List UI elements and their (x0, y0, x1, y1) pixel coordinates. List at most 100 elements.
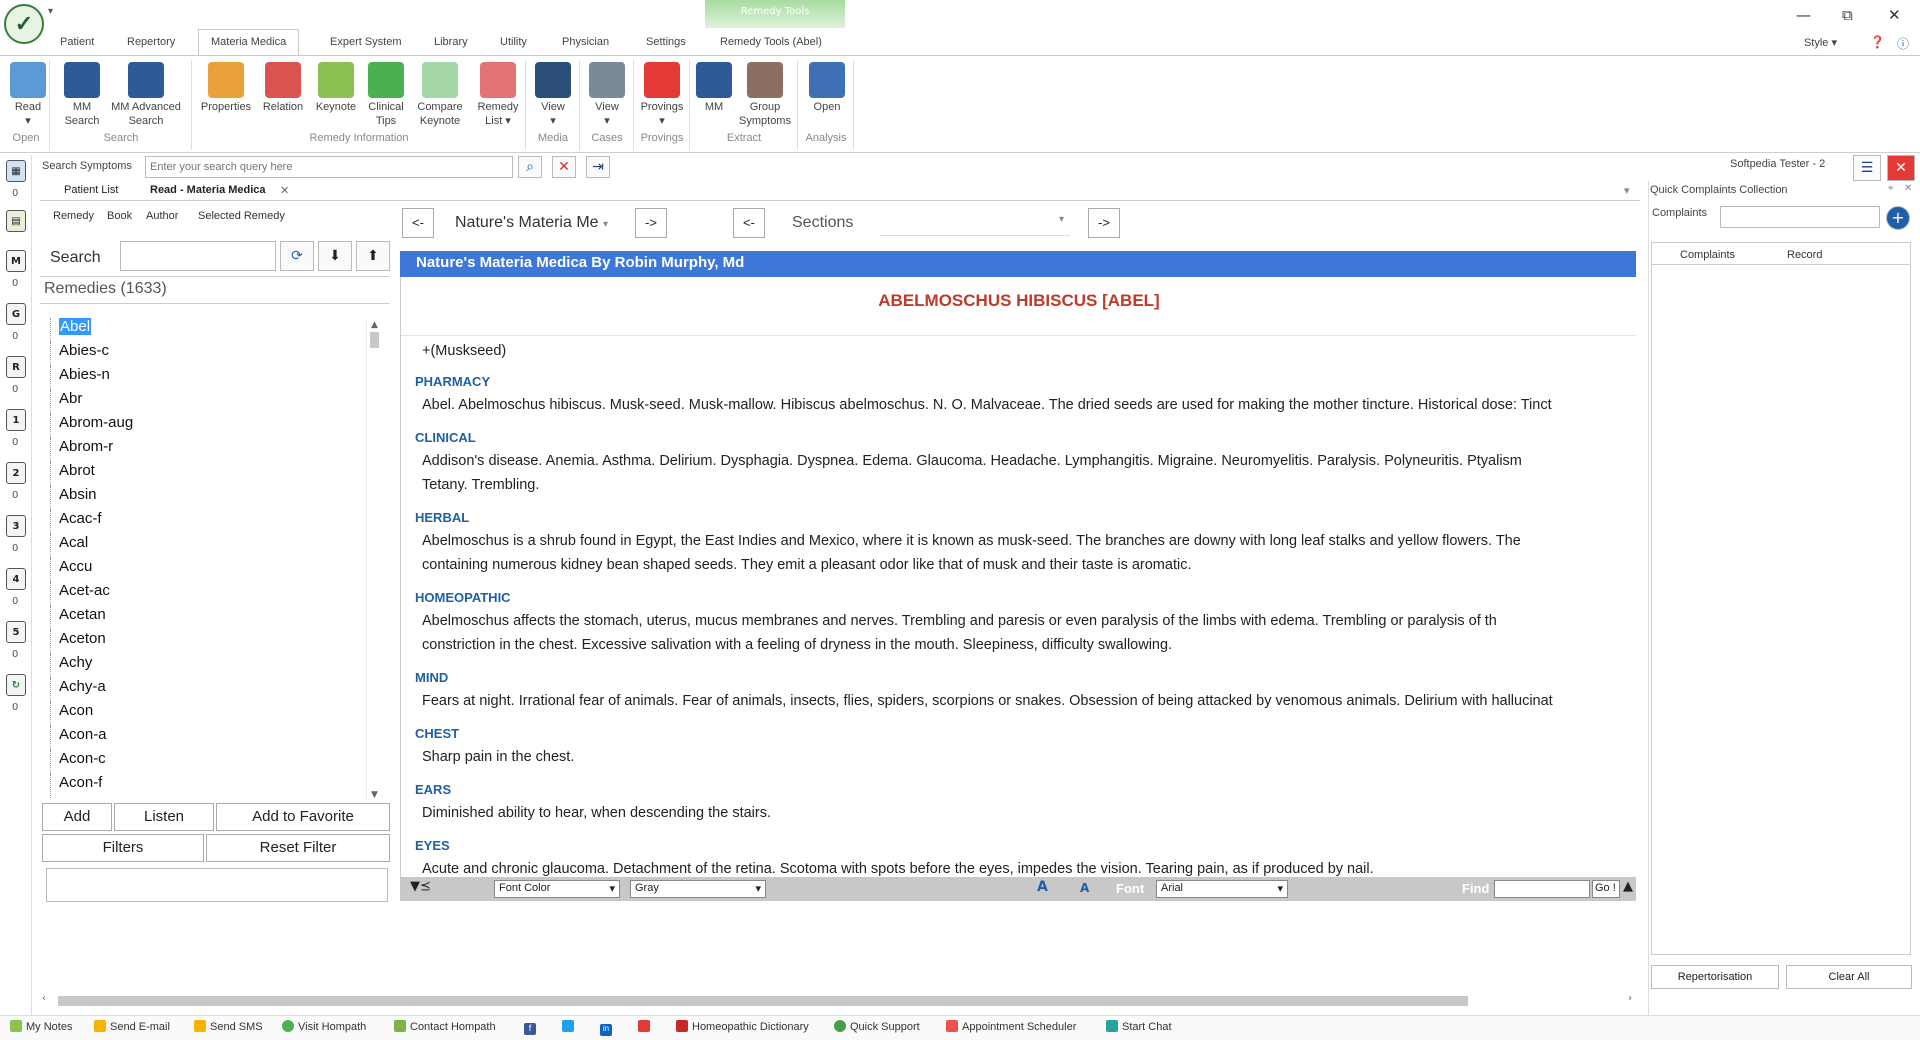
go-button[interactable]: Go ! (1592, 880, 1620, 898)
linkedin-link[interactable]: in (600, 1020, 616, 1036)
scroll-right-icon[interactable]: › (1628, 993, 1632, 1004)
font-increase-icon[interactable]: A (1037, 879, 1048, 895)
twitter-link[interactable] (562, 1020, 578, 1033)
media-view-button[interactable]: View ▾ (530, 62, 576, 128)
tab-library[interactable]: Library (422, 32, 480, 54)
grid-icon[interactable]: ▦ (6, 160, 26, 182)
slot-4-icon[interactable]: 4 (6, 568, 26, 590)
list-item[interactable]: Acet-ac (50, 582, 370, 606)
scroll-thumb[interactable] (58, 996, 1468, 1006)
horizontal-scrollbar[interactable]: ‹ › (42, 993, 1632, 1009)
add-complaint-icon[interactable]: + (1886, 206, 1910, 230)
quick-access-toolbar[interactable]: ▾ (48, 6, 53, 17)
font-decrease-icon[interactable]: A (1080, 881, 1089, 895)
subnav-remedy[interactable]: Remedy (53, 210, 94, 222)
tab-materia-medica[interactable]: Materia Medica (198, 29, 300, 55)
font-select[interactable]: Arial ▾ (1156, 880, 1288, 898)
complaints-input[interactable] (1720, 206, 1880, 228)
tab-expert-system[interactable]: Expert System (318, 32, 414, 54)
list-item[interactable]: Achy-a (50, 678, 370, 702)
scroll-down-icon[interactable]: ▼⪯ (410, 879, 431, 894)
tab-physician[interactable]: Physician (550, 32, 621, 54)
homeopathic-dictionary-link[interactable]: Homeopathic Dictionary (676, 1020, 809, 1033)
clear-search-icon[interactable]: ✕ (552, 156, 576, 178)
find-input[interactable] (1494, 880, 1590, 898)
list-item[interactable]: Abel (50, 318, 370, 342)
tab-repertory[interactable]: Repertory (115, 32, 187, 54)
provings-button[interactable]: Provings ▾ (636, 62, 688, 128)
close-icon[interactable]: ✕ (1888, 6, 1901, 24)
arrow-down-icon[interactable]: ⬇ (318, 241, 352, 271)
list-item[interactable]: Abrot (50, 462, 370, 486)
close-panel-icon[interactable]: ✕ (1887, 155, 1915, 181)
info-icon[interactable]: ⓘ (1897, 35, 1909, 52)
tab-dropdown-icon[interactable]: ▾ (1624, 184, 1630, 197)
section-prev-button[interactable]: <- (733, 208, 765, 238)
book-prev-button[interactable]: <- (402, 208, 434, 238)
clear-all-button[interactable]: Clear All (1786, 965, 1912, 989)
slot-2-icon[interactable]: 2 (6, 462, 26, 484)
pin-icon[interactable]: ⌖ (1888, 183, 1894, 194)
list-item[interactable]: Acon (50, 702, 370, 726)
filters-button[interactable]: Filters (42, 834, 204, 862)
sections-select[interactable]: ▾ (880, 208, 1070, 236)
list-item[interactable]: Abrom-aug (50, 414, 370, 438)
m-icon[interactable]: M (6, 250, 26, 272)
r-icon[interactable]: R (6, 356, 26, 378)
app-logo[interactable]: ✓ (4, 4, 44, 44)
remedy-note-box[interactable] (46, 868, 388, 902)
tab-settings[interactable]: Settings (634, 32, 698, 54)
help-icon[interactable]: ❓ (1870, 35, 1885, 49)
quick-support-link[interactable]: Quick Support (834, 1020, 920, 1033)
appointment-scheduler-link[interactable]: Appointment Scheduler (946, 1020, 1076, 1033)
scroll-down-icon[interactable]: ▼ (367, 790, 382, 800)
list-item[interactable]: Abies-n (50, 366, 370, 390)
search-icon[interactable]: ⌕ (518, 156, 542, 178)
remedy-search-input[interactable] (120, 241, 276, 271)
refresh-icon[interactable]: ↻ (6, 674, 26, 696)
list-item[interactable]: Abrom-r (50, 438, 370, 462)
mm-advanced-search-button[interactable]: MM Advanced Search (104, 62, 188, 128)
font-color-select[interactable]: Font Color ▾ (494, 880, 620, 898)
list-item[interactable]: Aceton (50, 630, 370, 654)
visit-hompath-link[interactable]: Visit Hompath (282, 1020, 366, 1033)
slot-1-icon[interactable]: 1 (6, 409, 26, 431)
column-record[interactable]: Record (1787, 249, 1822, 261)
section-next-button[interactable]: -> (1088, 208, 1120, 238)
tab-utility[interactable]: Utility (488, 32, 539, 54)
remedy-list-button[interactable]: Remedy List ▾ (472, 62, 524, 128)
list-item[interactable]: Acal (50, 534, 370, 558)
slot-5-icon[interactable]: 5 (6, 621, 26, 643)
mm-search-button[interactable]: MM Search (60, 62, 104, 128)
panel-close-icon[interactable]: ✕ (1904, 183, 1912, 194)
go-end-icon[interactable]: ⇥ (586, 156, 610, 178)
list-item[interactable]: Abies-c (50, 342, 370, 366)
column-complaints[interactable]: Complaints (1680, 249, 1735, 261)
send-sms-link[interactable]: Send SMS (194, 1020, 263, 1033)
youtube-link[interactable] (638, 1020, 654, 1033)
arrow-up-icon[interactable]: ⬆ (356, 241, 390, 271)
my-notes-link[interactable]: My Notes (10, 1020, 72, 1033)
style-menu[interactable]: Style ▾ (1804, 36, 1837, 49)
properties-button[interactable]: Properties (196, 62, 256, 114)
restore-icon[interactable]: ⧉ (1842, 6, 1853, 24)
tab-patient[interactable]: Patient (48, 32, 106, 54)
facebook-link[interactable]: f (524, 1020, 540, 1035)
analysis-open-button[interactable]: Open (804, 62, 850, 114)
reset-filter-button[interactable]: Reset Filter (206, 834, 390, 862)
send-email-link[interactable]: Send E-mail (94, 1020, 170, 1033)
slot-3-icon[interactable]: 3 (6, 515, 26, 537)
list-item[interactable]: Acetan (50, 606, 370, 630)
tab-read-materia-medica[interactable]: Read - Materia Medica (150, 184, 266, 196)
relation-button[interactable]: Relation (256, 62, 310, 114)
scroll-up-icon[interactable]: ▲ (1623, 879, 1633, 894)
clinical-tips-button[interactable]: Clinical Tips (362, 62, 410, 128)
tab-patient-list[interactable]: Patient List (64, 184, 118, 196)
chart-icon[interactable]: ▤ (6, 210, 26, 232)
list-item[interactable]: Acon-a (50, 726, 370, 750)
list-item[interactable]: Acon-f (50, 774, 370, 798)
scroll-thumb[interactable] (370, 332, 379, 348)
color-select[interactable]: Gray ▾ (630, 880, 766, 898)
list-item[interactable]: Acac-f (50, 510, 370, 534)
tab-remedy-tools[interactable]: Remedy Tools (Abel) (708, 32, 834, 54)
